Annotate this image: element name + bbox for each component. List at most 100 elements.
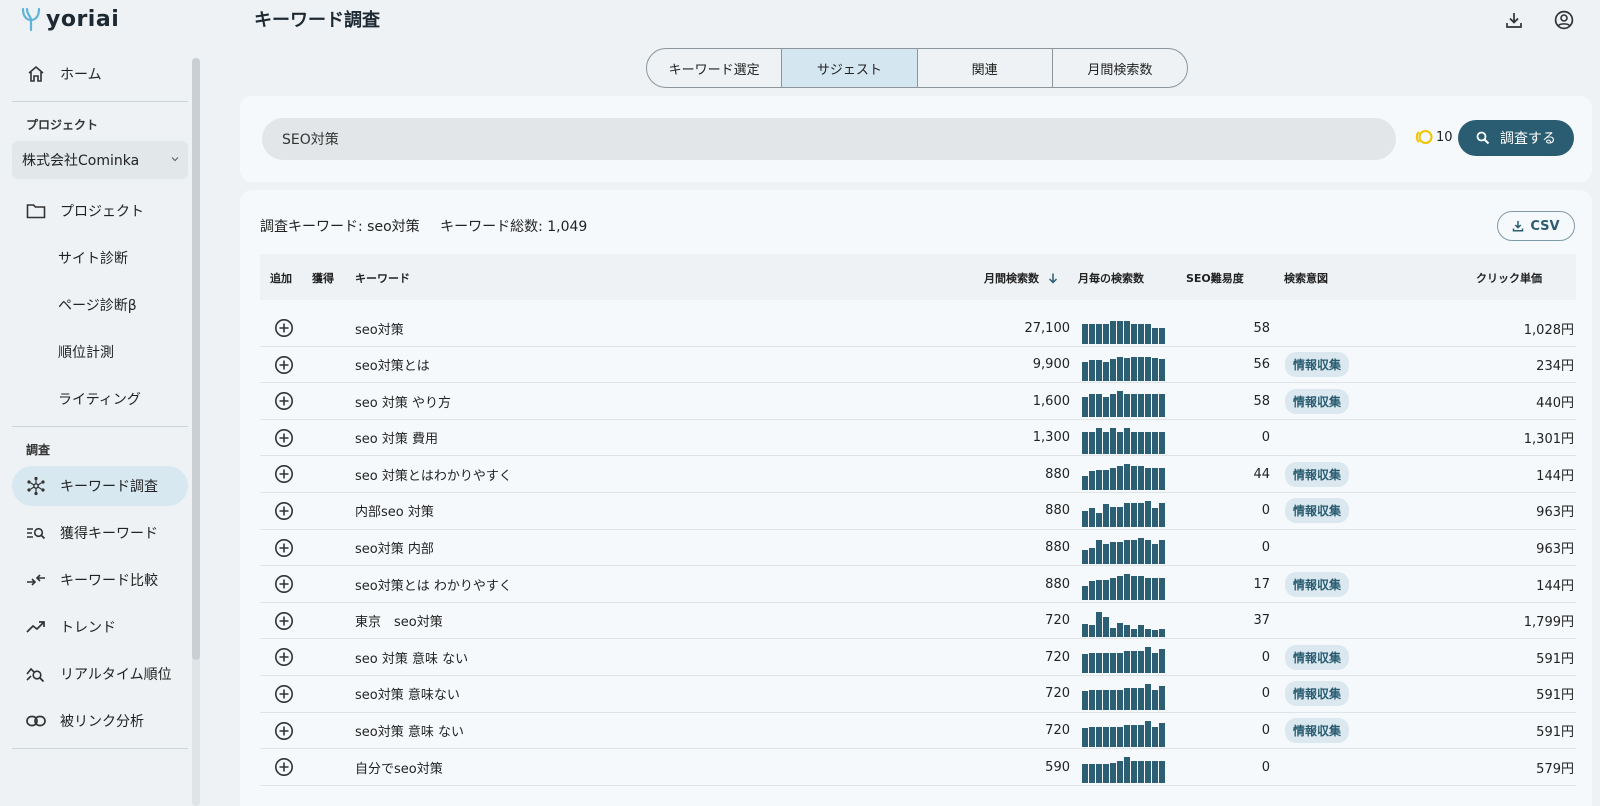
logo[interactable]: yoriai: [20, 4, 119, 34]
trend-bar: [1159, 722, 1165, 747]
sidebar-item-realtime-rank[interactable]: リアルタイム順位: [12, 654, 188, 694]
add-keyword-button[interactable]: [274, 310, 294, 346]
col-intent[interactable]: 検索意図: [1284, 270, 1328, 286]
sparkline-bars: [1082, 574, 1165, 601]
home-icon: [26, 64, 46, 84]
table-row[interactable]: seo 対策 やり方 1,600 58 情報収集 440円: [260, 383, 1576, 420]
trend-bar: [1089, 359, 1095, 381]
keyword-cell[interactable]: seo対策 内部: [355, 530, 434, 566]
keyword-cell[interactable]: seo対策とは わかりやすく: [355, 566, 512, 602]
csv-download-button[interactable]: CSV: [1497, 211, 1575, 241]
trend-bar: [1152, 468, 1158, 491]
add-keyword-button[interactable]: [274, 493, 294, 529]
trend-bar: [1131, 324, 1137, 344]
keyword-cell[interactable]: 内部seo 対策: [355, 493, 434, 529]
table-row[interactable]: 東京 seo対策 720 37 1,799円: [260, 603, 1576, 640]
sidebar-nav: ホーム プロジェクト 株式会社Cominka プロジェクト サイト診断 ページ診…: [12, 54, 188, 763]
trend-bar: [1138, 466, 1144, 491]
tab-monthly-volume[interactable]: 月間検索数: [1053, 49, 1187, 87]
keyword-cell[interactable]: seo 対策 やり方: [355, 383, 451, 419]
sidebar-item-writing[interactable]: ライティング: [12, 379, 188, 419]
sort-desc-icon[interactable]: [1047, 272, 1059, 284]
keyword-cell[interactable]: seo対策: [355, 310, 404, 346]
add-keyword-button[interactable]: [274, 603, 294, 639]
trend-bar: [1124, 394, 1130, 418]
tab-related[interactable]: 関連: [918, 49, 1053, 87]
sidebar-item-site-audit[interactable]: サイト診断: [12, 238, 188, 278]
trend-bar: [1131, 724, 1137, 747]
trend-bar: [1131, 628, 1137, 637]
seo-difficulty-cell: 0: [1261, 649, 1270, 665]
table-row[interactable]: seo対策 内部 880 0 963円: [260, 530, 1576, 567]
page-title: キーワード調査: [254, 10, 380, 31]
table-row[interactable]: seo 対策とはわかりやすく 880 44 情報収集 144円: [260, 456, 1576, 493]
trend-bar: [1159, 578, 1165, 601]
divider: [12, 101, 188, 102]
table-row[interactable]: seo 対策 費用 1,300 0 1,301円: [260, 420, 1576, 457]
sidebar-item-trend[interactable]: トレンド: [12, 607, 188, 647]
keyword-cell[interactable]: seo 対策 意味 ない: [355, 639, 468, 675]
add-keyword-button[interactable]: [274, 420, 294, 456]
table-row[interactable]: seo 対策 意味 ない 720 0 情報収集 591円: [260, 639, 1576, 676]
add-keyword-button[interactable]: [274, 383, 294, 419]
trend-bar: [1152, 357, 1158, 381]
trend-bar: [1082, 476, 1088, 491]
sidebar-item-keyword-research[interactable]: キーワード調査: [12, 466, 188, 506]
trend-bar: [1124, 539, 1130, 564]
add-keyword-button[interactable]: [274, 347, 294, 383]
table-row[interactable]: seo対策とは 9,900 56 情報収集 234円: [260, 347, 1576, 384]
search-input[interactable]: SEO対策: [262, 118, 1396, 160]
account-icon[interactable]: [1552, 8, 1576, 32]
add-keyword-button[interactable]: [274, 456, 294, 492]
table-row[interactable]: seo対策とは わかりやすく 880 17 情報収集 144円: [260, 566, 1576, 603]
add-keyword-button[interactable]: [274, 749, 294, 785]
sidebar-item-backlink-analysis[interactable]: 被リンク分析: [12, 701, 188, 741]
sidebar-scrollbar-thumb[interactable]: [192, 58, 200, 660]
col-volume[interactable]: 月間検索数: [984, 270, 1059, 286]
trend-bar: [1103, 431, 1109, 454]
cpc-cell: 440円: [1536, 395, 1574, 411]
project-select[interactable]: 株式会社Cominka: [12, 141, 188, 179]
col-trend[interactable]: 月毎の検索数: [1078, 270, 1144, 286]
table-row[interactable]: 内部seo 対策 880 0 情報収集 963円: [260, 493, 1576, 530]
add-keyword-button[interactable]: [274, 713, 294, 749]
add-keyword-button[interactable]: [274, 530, 294, 566]
keyword-cell[interactable]: seo対策 意味 ない: [355, 713, 464, 749]
col-acquired[interactable]: 獲得: [312, 270, 334, 286]
col-seo[interactable]: SEO難易度: [1186, 270, 1244, 286]
link-icon: [26, 711, 46, 731]
table-row[interactable]: seo対策 意味 ない 720 0 情報収集 591円: [260, 713, 1576, 750]
sidebar-item-home[interactable]: ホーム: [12, 54, 188, 94]
search-button[interactable]: 調査する: [1458, 120, 1574, 156]
intent-badge: 情報収集: [1285, 644, 1350, 670]
keyword-cell[interactable]: seo 対策とはわかりやすく: [355, 456, 512, 492]
tab-keyword-selection[interactable]: キーワード選定: [647, 49, 783, 87]
sidebar-item-keyword-compare[interactable]: キーワード比較: [12, 560, 188, 600]
sidebar-item-acquired-keywords[interactable]: 獲得キーワード: [12, 513, 188, 553]
project-select-value: 株式会社Cominka: [22, 153, 140, 169]
sidebar-item-page-audit[interactable]: ページ診断β: [12, 285, 188, 325]
trend-bar: [1089, 471, 1095, 491]
volume-cell: 880: [1045, 576, 1070, 592]
keyword-cell[interactable]: seo対策とは: [355, 347, 430, 383]
keyword-cell[interactable]: 東京 seo対策: [355, 603, 443, 639]
volume-cell: 720: [1045, 686, 1070, 702]
plus-circle-icon: [275, 575, 293, 594]
add-keyword-button[interactable]: [274, 639, 294, 675]
sidebar-item-project[interactable]: プロジェクト: [12, 191, 188, 231]
keyword-cell[interactable]: 自分でseo対策: [355, 749, 443, 785]
sidebar-item-rank-tracking[interactable]: 順位計測: [12, 332, 188, 372]
tab-suggest[interactable]: サジェスト: [782, 49, 918, 87]
table-row[interactable]: 自分でseo対策 590 0 579円: [260, 749, 1576, 786]
add-keyword-button[interactable]: [274, 676, 294, 712]
trend-bar: [1131, 394, 1137, 418]
table-row[interactable]: seo対策 27,100 58 1,028円: [260, 310, 1576, 347]
col-cpc[interactable]: クリック単価: [1476, 270, 1542, 286]
sparkline-bars: [1082, 757, 1165, 784]
table-row[interactable]: seo対策 意味ない 720 0 情報収集 591円: [260, 676, 1576, 713]
download-icon[interactable]: [1502, 8, 1526, 32]
keyword-cell[interactable]: seo対策 意味ない: [355, 676, 460, 712]
keyword-cell[interactable]: seo 対策 費用: [355, 420, 438, 456]
add-keyword-button[interactable]: [274, 566, 294, 602]
col-keyword[interactable]: キーワード: [355, 270, 410, 286]
